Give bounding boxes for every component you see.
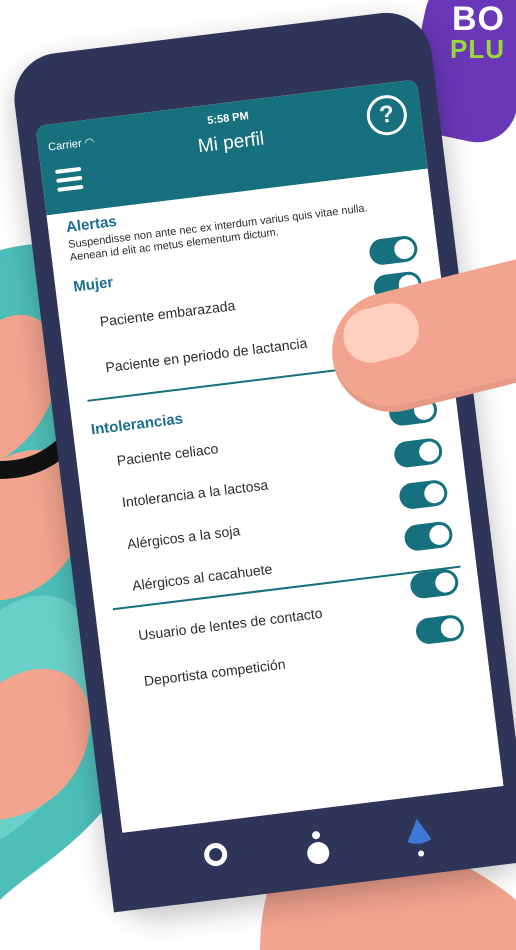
hamburger-menu-icon[interactable]	[55, 166, 84, 192]
phone-screen: Carrier ◠ 5:58 PM Mi perfil ? Alertas Su…	[35, 79, 505, 841]
toggle-embarazada[interactable]	[367, 234, 419, 267]
drop-icon	[407, 818, 432, 844]
section-title-intolerancias: Intolerancias	[89, 410, 184, 439]
toggle-knob	[423, 482, 446, 505]
active-tab-indicator	[417, 850, 425, 857]
profile-content: Alertas Suspendisse non ante nec ex inte…	[46, 168, 505, 841]
setting-label-soja: Alérgicos a la soja	[126, 522, 241, 552]
alertas-description: Suspendisse non ante nec ex interdum var…	[67, 202, 369, 264]
bottle-icon	[307, 831, 330, 865]
section-title-mujer: Mujer	[72, 273, 115, 296]
toggle-soja[interactable]	[397, 478, 449, 511]
setting-label-lactosa: Intolerancia a la lactosa	[121, 476, 270, 511]
toggle-knob	[434, 571, 457, 594]
section-title-alertas: Alertas	[65, 212, 118, 237]
toggle-knob	[393, 237, 416, 261]
toggle-deportista[interactable]	[414, 613, 466, 646]
tab-drop[interactable]	[397, 814, 442, 859]
tab-bottle[interactable]	[295, 827, 340, 872]
badge-text-2: PLU	[450, 34, 505, 64]
ring-icon	[204, 843, 228, 867]
tab-ring[interactable]	[194, 839, 239, 884]
toggle-cacahuete[interactable]	[403, 520, 454, 553]
toggle-knob	[428, 523, 451, 547]
setting-label-celiaco: Paciente celiaco	[115, 440, 220, 469]
setting-label-cacahuete: Alérgicos al cacahuete	[131, 560, 274, 594]
toggle-knob	[418, 440, 441, 463]
setting-label-embarazada: Paciente embarazada	[98, 297, 237, 330]
setting-label-deportista: Deportista competición	[143, 655, 287, 689]
fingernail	[337, 297, 425, 369]
setting-label-lentes: Usuario de lentes de contacto	[137, 604, 324, 644]
toggle-lentes[interactable]	[408, 568, 460, 600]
toggle-lactosa[interactable]	[392, 437, 444, 469]
toggle-knob	[439, 617, 462, 640]
setting-label-lactancia: Paciente en periodo de lactancia	[104, 334, 309, 376]
